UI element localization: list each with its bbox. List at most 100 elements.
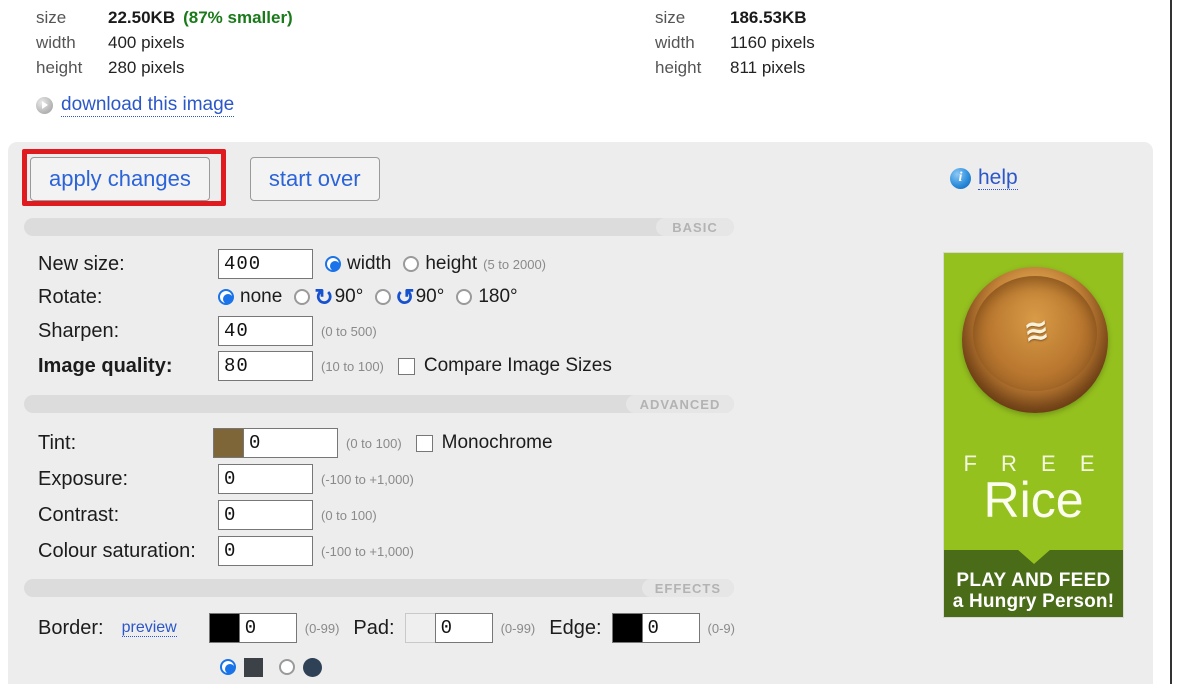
contrast-input[interactable] [218,500,313,530]
border-preview-link[interactable]: preview [121,619,177,638]
new-size-width-label: width [347,253,392,274]
section-label-advanced: ADVANCED [626,395,734,413]
border-color-swatch[interactable] [208,613,239,643]
border-style-radio-square[interactable] [220,659,236,675]
monochrome-checkbox[interactable] [415,434,433,452]
pad-label: Pad: [353,616,395,639]
rotate-clockwise-icon: ↻ [314,283,334,310]
stat-value-size: 22.50KB [108,8,176,27]
new-size-input[interactable] [218,249,313,279]
download-link-label[interactable]: download this image [61,94,235,117]
rotate-radio-cw90[interactable] [294,289,311,305]
tint-color-swatch[interactable] [213,428,243,458]
pad-input[interactable] [434,613,493,643]
row-rotate: Rotate: none ↻ 90° ↺ 90° 180° [38,282,530,312]
edge-label: Edge: [549,616,602,639]
edge-color-swatch[interactable] [611,613,642,643]
image-quality-input[interactable] [218,351,313,381]
row-colour-saturation: Colour saturation: (-100 to +1,000) [38,536,414,566]
download-image-link[interactable]: download this image [36,94,235,117]
compare-image-sizes-label: Compare Image Sizes [423,355,612,376]
action-buttons: apply changes start over [30,157,380,202]
stat-row: width 400 pixels [36,33,293,58]
colour-saturation-hint: (-100 to +1,000) [321,543,414,559]
stat-row: height 811 pixels [655,58,815,83]
row-border-style-choices [220,652,322,682]
window-right-gap [1172,0,1177,684]
stat-key-height: height [36,58,83,77]
stat-key-height: height [655,58,702,77]
section-bar-basic: BASIC [24,218,734,236]
ad-notch-shape [1016,549,1051,564]
stat-row: size 22.50KB (87% smaller) [36,8,293,33]
stat-value-width: 1160 pixels [730,33,815,52]
ad-rice-text: Rice [983,472,1084,528]
border-label: Border: [38,616,104,639]
stat-key-width: width [655,33,695,52]
row-image-quality: Image quality: (10 to 100) Compare Image… [38,351,612,381]
exposure-hint: (-100 to +1,000) [321,471,414,487]
pad-hint: (0-99) [500,620,536,636]
rotate-counterclockwise-icon: ↺ [395,283,415,310]
section-label-basic: BASIC [656,218,734,236]
rotate-radio-ccw90[interactable] [375,289,392,305]
stat-value-width: 400 pixels [108,33,185,52]
stat-value-size: 186.53KB [730,8,807,27]
image-quality-label: Image quality: [38,354,173,377]
stat-value-height: 811 pixels [730,58,806,77]
help-label[interactable]: help [978,166,1018,191]
rotate-cw90-label: 90° [334,286,364,307]
tint-input[interactable] [243,428,338,458]
ad-banner: PLAY AND FEED a Hungry Person! [944,549,1123,617]
monochrome-label: Monochrome [441,432,553,453]
freerice-ad[interactable]: ≋ F R E E Rice PLAY AND FEED a Hungry Pe… [943,252,1124,618]
tint-hint: (0 to 100) [346,435,402,451]
stat-size-reduction: (87% smaller) [183,8,293,27]
rice-grains-icon: ≋ [1021,312,1049,351]
stat-value-height: 280 pixels [108,58,185,77]
download-play-icon [36,96,53,114]
border-input[interactable] [238,613,297,643]
image-quality-hint: (10 to 100) [321,358,384,374]
start-over-button[interactable]: start over [249,157,380,202]
border-hint: (0-99) [304,620,340,636]
tint-label: Tint: [38,431,77,454]
row-new-size: New size: width height (5 to 2000) [38,249,546,279]
row-sharpen: Sharpen: (0 to 500) [38,316,377,346]
colour-saturation-label: Colour saturation: [38,539,196,562]
section-bar-effects: EFFECTS [24,579,734,597]
section-bar-advanced: ADVANCED [24,395,734,413]
stat-row: size 186.53KB [655,8,815,33]
border-style-circle-swatch[interactable] [303,657,322,677]
stat-key-width: width [36,33,76,52]
section-label-effects: EFFECTS [641,579,734,597]
border-style-radio-round[interactable] [279,659,295,675]
pad-color-swatch[interactable] [404,613,435,643]
border-style-square-swatch[interactable] [244,657,263,677]
row-exposure: Exposure: (-100 to +1,000) [38,464,414,494]
edge-hint: (0-9) [707,620,735,636]
editor-panel: apply changes start over i help BASIC Ne… [8,142,1153,684]
exposure-input[interactable] [218,464,313,494]
sharpen-input[interactable] [218,316,313,346]
rotate-radio-180[interactable] [456,289,473,305]
info-icon: i [950,167,971,189]
new-size-radio-width[interactable] [325,256,341,272]
edge-input[interactable] [641,613,700,643]
new-size-radio-height[interactable] [403,256,420,272]
sharpen-label: Sharpen: [38,319,120,342]
image-stats: size 22.50KB (87% smaller) width 400 pix… [0,0,1170,128]
rotate-none-label: none [240,286,283,307]
colour-saturation-input[interactable] [218,536,313,566]
stat-key-size: size [36,8,67,27]
contrast-hint: (0 to 100) [321,507,377,523]
rotate-radio-none[interactable] [218,289,234,305]
original-image-stats: size 186.53KB width 1160 pixels height 8… [655,8,815,83]
new-size-hint: (5 to 2000) [483,256,547,272]
new-size-label: New size: [38,252,125,275]
apply-changes-button[interactable]: apply changes [30,157,210,202]
help-link[interactable]: i help [950,166,1018,191]
rotate-label: Rotate: [38,285,103,308]
row-contrast: Contrast: (0 to 100) [38,500,377,530]
compare-image-sizes-checkbox[interactable] [397,357,415,375]
